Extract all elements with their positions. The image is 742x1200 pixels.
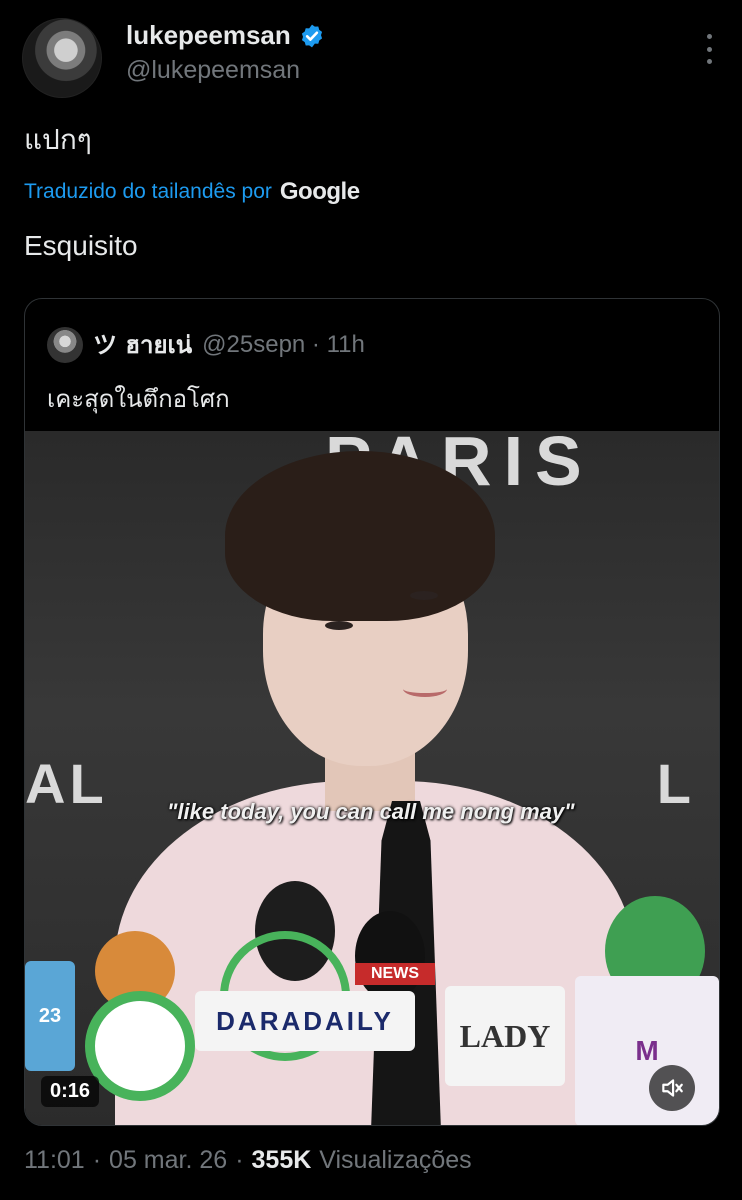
quoted-author-handle-time: @25sepn · 11h: [202, 330, 365, 358]
quoted-author-avatar: [47, 326, 83, 363]
more-options-icon[interactable]: [696, 34, 722, 64]
verified-badge-icon: [301, 24, 322, 47]
quoted-post-header: ツ ฮายเน่ @25sepn · 11h: [47, 325, 365, 364]
google-logo: Google: [279, 178, 360, 205]
post-time: 11:01: [24, 1146, 85, 1174]
post-translation: Esquisito: [24, 230, 138, 261]
news-label: NEWS: [355, 963, 435, 985]
person-hair: [225, 451, 495, 621]
quoted-post[interactable]: ツ ฮายเน่ @25sepn · 11h เคะสุดในตึกอโศก P…: [24, 298, 720, 1126]
translation-attribution[interactable]: Traduzido do tailandês por Google: [24, 178, 360, 206]
video-duration: 0:16: [41, 1076, 100, 1107]
translation-prefix: Traduzido do tailandês por: [24, 180, 272, 203]
post-header: lukepeemsan @lukepeemsan: [22, 16, 722, 98]
video-player[interactable]: PARIS AL L "like today, you can call me …: [25, 431, 719, 1125]
speaker-muted-icon: [662, 1079, 683, 1097]
channel-logo: 23: [25, 961, 75, 1071]
separator: ·: [235, 1146, 244, 1174]
author-name-row[interactable]: lukepeemsan: [126, 20, 325, 51]
post-date: 05 mar. 26: [109, 1146, 228, 1174]
views-count: 355K: [251, 1146, 312, 1174]
person-mouth: [403, 681, 447, 697]
purple-logo: M: [575, 976, 719, 1125]
post-metadata: 11:01 · 05 mar. 26 · 355K Visualizações: [24, 1146, 472, 1175]
author-display-name[interactable]: lukepeemsan: [126, 20, 291, 51]
lady-logo: LADY: [445, 986, 565, 1086]
person-eye-left: [325, 621, 353, 630]
person-eye-right: [410, 591, 438, 600]
video-subtitle: "like today, you can call me nong may": [167, 799, 575, 824]
author-handle[interactable]: @lukepeemsan: [126, 56, 300, 85]
daily-logo: DARADAILY: [195, 991, 415, 1051]
backdrop-text-left: AL: [25, 752, 108, 815]
microphone: [355, 911, 425, 1001]
post-text: แปกๆ: [24, 123, 92, 156]
quoted-author-name: ツ ฮายเน่: [93, 331, 193, 359]
author-avatar[interactable]: [22, 18, 102, 98]
volume-button[interactable]: [649, 1065, 695, 1111]
backdrop-text-right: L: [656, 752, 703, 815]
clock-logo: [85, 991, 195, 1101]
quoted-post-text: เคะสุดในตึกอโศก: [47, 385, 230, 413]
views-label: Visualizações: [319, 1146, 472, 1174]
separator: ·: [92, 1146, 102, 1174]
